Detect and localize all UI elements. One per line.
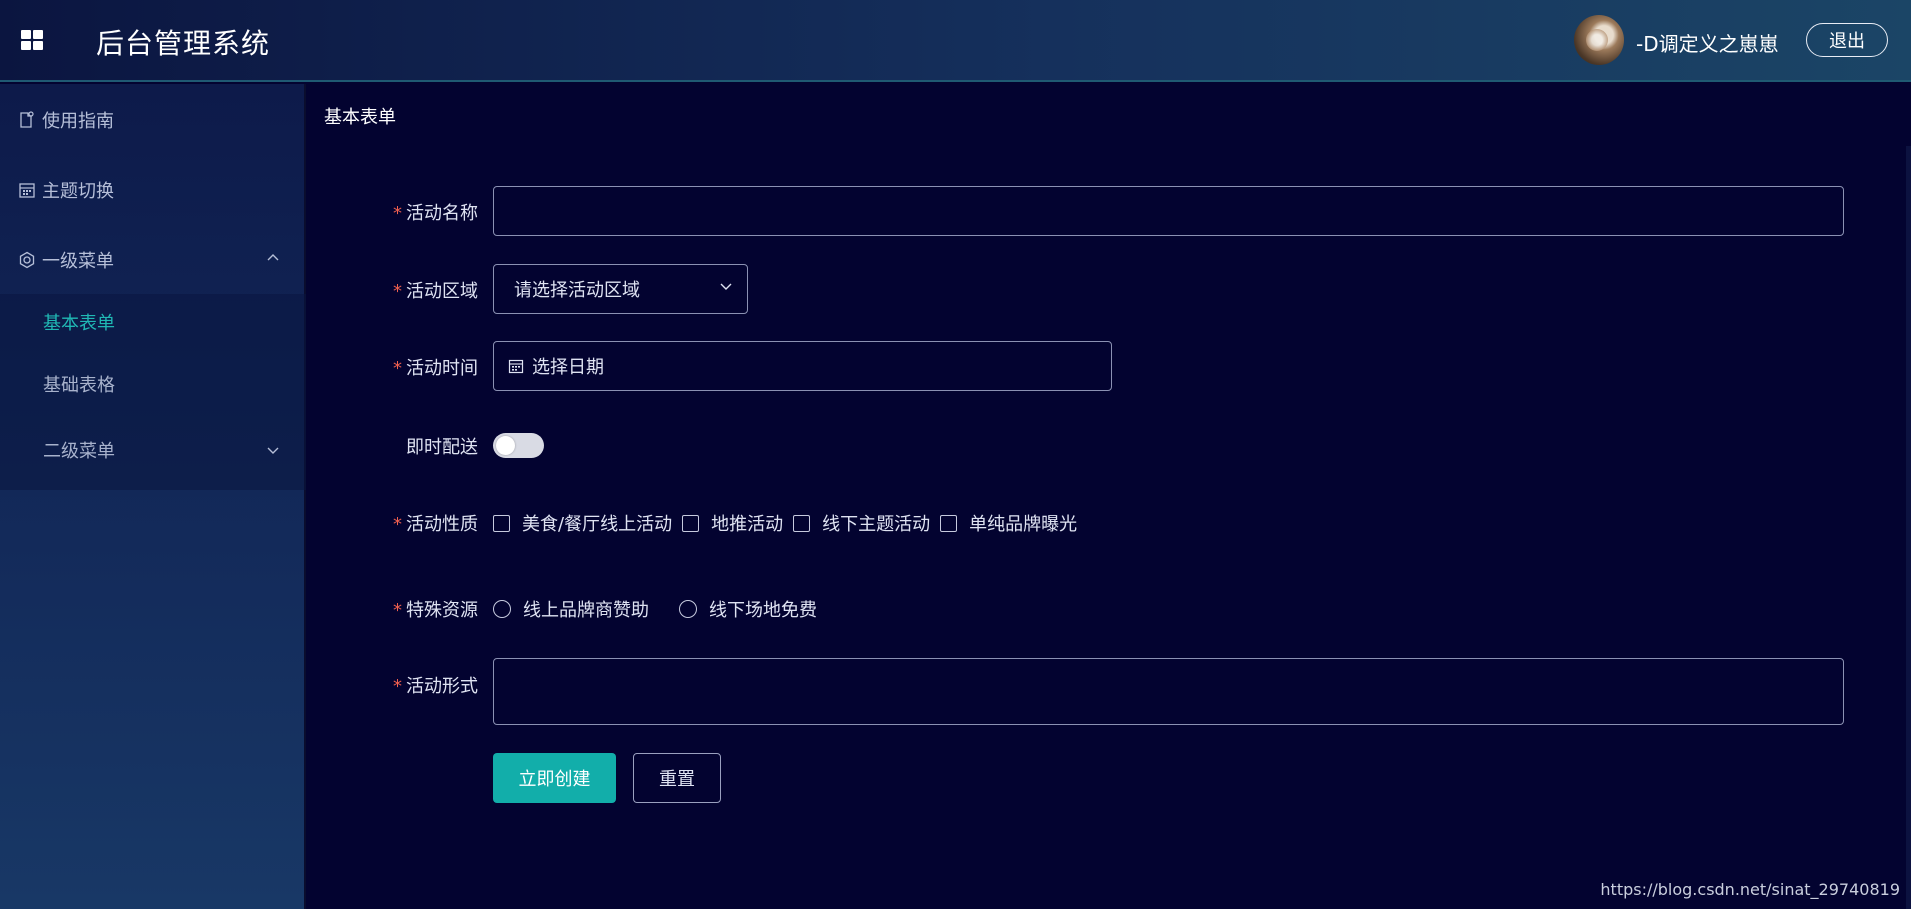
grid-menu-icon[interactable]	[21, 30, 45, 52]
calendar-icon	[508, 359, 524, 374]
avatar[interactable]	[1574, 15, 1624, 65]
create-button[interactable]: 立即创建	[493, 753, 616, 803]
radio-option[interactable]: 线下场地免费	[679, 596, 817, 622]
sidebar-item-basic-table[interactable]: 基础表格	[0, 356, 306, 412]
checkbox[interactable]	[493, 514, 510, 532]
guide-icon	[18, 111, 36, 129]
checkbox[interactable]	[940, 514, 958, 532]
resource-label: * 特殊资源	[393, 600, 478, 621]
date-placeholder: 选择日期	[532, 357, 604, 378]
chevron-up-icon	[267, 254, 279, 261]
chevron-down-icon	[267, 447, 279, 454]
submenu: 基本表单 基础表格 二级菜单	[0, 294, 306, 490]
checkbox-option[interactable]: 美食/餐厅线上活动	[493, 510, 672, 536]
activity-form-textarea[interactable]	[493, 658, 1844, 725]
sidebar-item-label: 主题切换	[42, 181, 114, 202]
sidebar-item-basic-form[interactable]: 基本表单	[0, 294, 306, 350]
toggle-knob	[496, 436, 515, 455]
reset-button[interactable]: 重置	[633, 753, 721, 803]
radio[interactable]	[679, 600, 697, 618]
logout-button[interactable]: 退出	[1806, 23, 1888, 57]
resource-radio-group: 线上品牌商赞助 线下场地免费	[493, 596, 847, 622]
region-placeholder: 请选择活动区域	[514, 280, 640, 301]
watermark: https://blog.csdn.net/sinat_29740819	[1600, 880, 1900, 899]
radio[interactable]	[493, 600, 511, 618]
sidebar-item-label: 使用指南	[42, 111, 114, 132]
delivery-label: 即时配送	[406, 437, 478, 458]
sidebar-item-label: 二级菜单	[43, 441, 115, 462]
top-header: 后台管理系统 -D调定义之崽崽 退出	[0, 0, 1911, 82]
checkbox-option[interactable]: 线下主题活动	[793, 510, 930, 536]
sidebar-item-level2-menu[interactable]: 二级菜单	[0, 422, 306, 478]
username: -D调定义之崽崽	[1636, 32, 1779, 56]
activity-name-input[interactable]	[493, 186, 1844, 236]
sidebar-item-level1-menu[interactable]: 一级菜单	[0, 230, 306, 290]
breadcrumb: 基本表单	[324, 107, 396, 128]
checkbox-option[interactable]: 单纯品牌曝光	[940, 510, 1077, 536]
scrollbar[interactable]	[1906, 146, 1911, 909]
type-label: * 活动性质	[393, 514, 478, 535]
activity-type-checkbox-group: 美食/餐厅线上活动 地推活动 线下主题活动 单纯品牌曝光	[493, 510, 1087, 536]
calendar-icon	[18, 181, 36, 199]
desc-label: * 活动形式	[393, 676, 478, 697]
checkbox[interactable]	[682, 514, 700, 532]
setting-icon	[18, 251, 36, 269]
sidebar: 使用指南 主题切换 一级菜单 基本表单 基础表格 二级菜单	[0, 84, 306, 909]
activity-region-select[interactable]: 请选择活动区域	[493, 264, 748, 314]
app-title: 后台管理系统	[96, 27, 271, 60]
chevron-down-icon	[720, 283, 732, 290]
sidebar-item-label: 一级菜单	[42, 251, 114, 272]
activity-date-picker[interactable]: 选择日期	[493, 341, 1112, 391]
sidebar-item-theme[interactable]: 主题切换	[0, 160, 306, 220]
checkbox[interactable]	[793, 514, 811, 532]
time-label: * 活动时间	[393, 358, 478, 379]
radio-option[interactable]: 线上品牌商赞助	[493, 596, 649, 622]
delivery-toggle[interactable]	[493, 433, 544, 458]
name-label: * 活动名称	[393, 203, 478, 224]
sidebar-item-guide[interactable]: 使用指南	[0, 90, 306, 150]
region-label: * 活动区域	[393, 281, 478, 302]
checkbox-option[interactable]: 地推活动	[682, 510, 783, 536]
